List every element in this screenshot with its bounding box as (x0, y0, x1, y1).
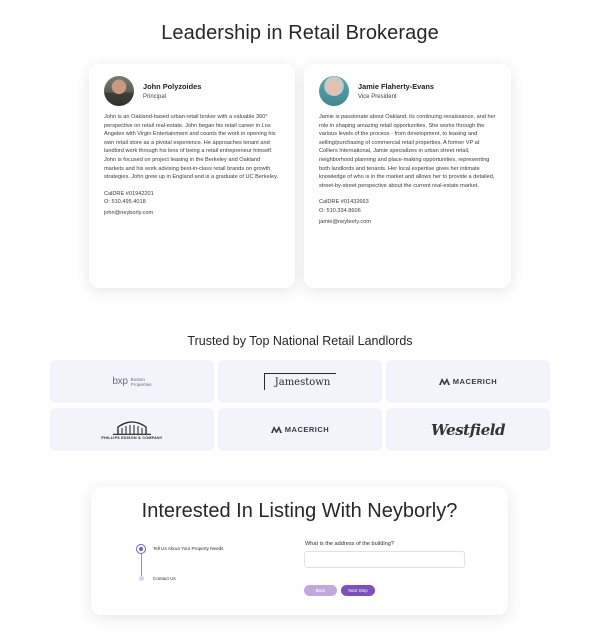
leader-bio: Jamie is passionate about Oakland, its c… (319, 114, 496, 189)
leader-email[interactable]: jamie@neyborly.com (319, 219, 496, 225)
landlord-logo-grid: bxp Boston Properties Jamestown MACERICH… (50, 360, 550, 451)
leader-phone[interactable]: O: 510.334.8606 (319, 207, 496, 216)
landlords-title: Trusted by Top National Retail Landlords (187, 334, 413, 348)
logo-tile-boston-properties: bxp Boston Properties (50, 360, 214, 403)
macerich-wordmark: MACERICH (452, 377, 498, 386)
leader-role: Principal (143, 94, 167, 100)
step-active-indicator-icon (136, 544, 146, 554)
back-button[interactable]: Back (304, 585, 337, 596)
step-label-contact-us[interactable]: Contact Us (153, 576, 176, 581)
logo-tile-westfield: Westfield (386, 408, 550, 451)
phillips-edison-building-icon (113, 420, 151, 435)
phillips-edison-logo: PHILLIPS EDISON & COMPANY (101, 420, 162, 440)
boston-properties-logo: bxp Boston Properties (112, 376, 151, 387)
avatar (104, 76, 134, 106)
logo-tile-jamestown: Jamestown (218, 360, 382, 403)
bxp-wordmark-line2: Properties (130, 381, 152, 387)
avatar (319, 76, 349, 106)
leader-license: CalDRE #01942201 (104, 190, 154, 197)
macerich-wordmark: MACERICH (284, 425, 330, 434)
westfield-logo: Westfield (431, 420, 505, 439)
form-stepper: Tell Us About Your Property Needs Contac… (136, 544, 266, 590)
step-connector (141, 554, 142, 576)
leader-license: CalDRE #01432663 (319, 199, 369, 206)
macerich-logo: MACERICH (270, 425, 330, 434)
jamestown-logo: Jamestown (263, 373, 337, 390)
leader-bio: John is an Oakland-based urban retail br… (104, 114, 279, 181)
leader-name: Jamie Flaherty-Evans (358, 82, 434, 91)
bxp-mark: bxp (112, 376, 128, 387)
leader-contact: CalDRE #01942201 O: 510.495.4018 (104, 190, 280, 207)
leader-card-john: John Polyzoides Principal John is an Oak… (89, 64, 295, 288)
macerich-chevron-icon (438, 378, 450, 385)
next-step-button[interactable]: Next Step (341, 585, 375, 596)
macerich-chevron-icon (270, 426, 282, 433)
listing-form-card: Interested In Listing With Neyborly? Tel… (91, 487, 508, 615)
leadership-title: Leadership in Retail Brokerage (161, 22, 439, 44)
building-address-input[interactable] (304, 551, 465, 568)
leader-email[interactable]: john@neyborly.com (104, 210, 280, 216)
leader-name: John Polyzoides (143, 82, 202, 91)
macerich-logo: MACERICH (438, 377, 498, 386)
bxp-wordmark: Boston Properties (131, 377, 152, 387)
logo-tile-phillips-edison: PHILLIPS EDISON & COMPANY (50, 408, 214, 451)
step-label-property-needs[interactable]: Tell Us About Your Property Needs (153, 546, 223, 551)
address-question-label: What is the address of the building? (305, 541, 394, 547)
leader-phone[interactable]: O: 510.495.4018 (104, 198, 280, 207)
logo-tile-macerich-2: MACERICH (218, 408, 382, 451)
step-pending-indicator-icon (138, 576, 144, 581)
leader-role: Vice President (358, 94, 397, 100)
logo-tile-macerich: MACERICH (386, 360, 550, 403)
leader-header: John Polyzoides Principal (104, 74, 280, 108)
phillips-edison-wordmark: PHILLIPS EDISON & COMPANY (101, 435, 163, 440)
leader-contact: CalDRE #01432663 O: 510.334.8606 (319, 198, 496, 215)
leader-header: Jamie Flaherty-Evans Vice President (319, 74, 496, 108)
leader-card-jamie: Jamie Flaherty-Evans Vice President Jami… (304, 64, 511, 288)
listing-title: Interested In Listing With Neyborly? (141, 500, 458, 522)
